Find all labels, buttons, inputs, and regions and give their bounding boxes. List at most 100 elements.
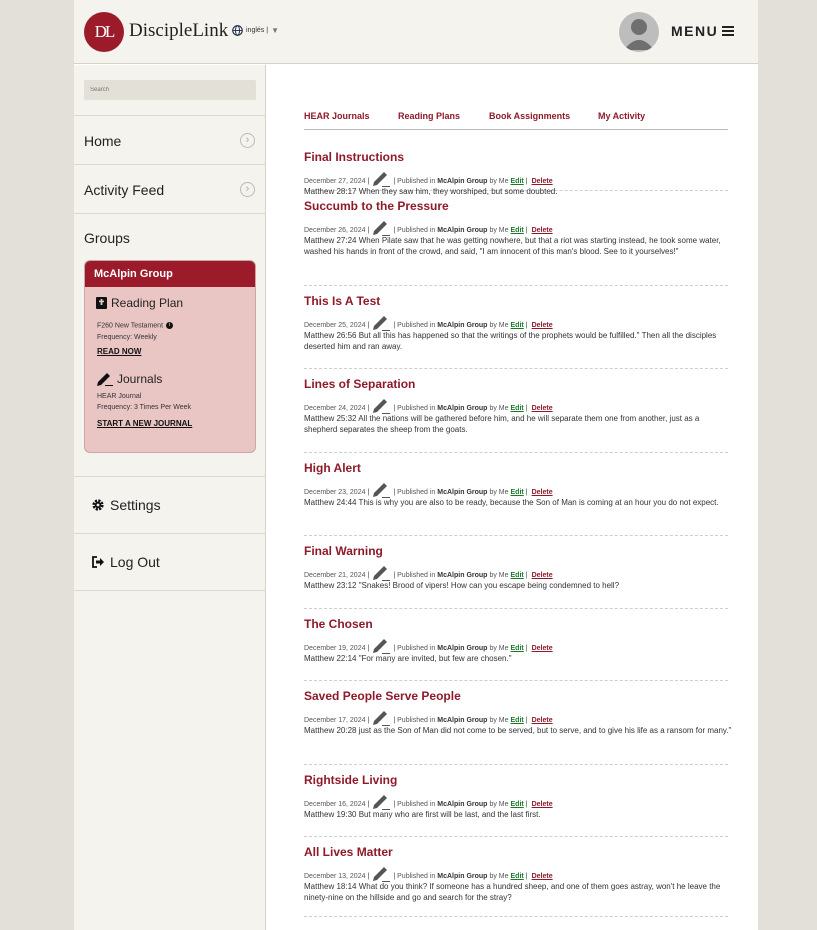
entry-title[interactable]: High Alert [304, 461, 361, 475]
chevron-down-icon: ▼ [271, 26, 279, 35]
sidebar-item-label: Home [84, 133, 122, 149]
separator: | [525, 322, 528, 329]
group-link[interactable]: McAlpin Group [437, 227, 487, 234]
entry-meta: December 24, 2024 | | Published in McAlpin G… [304, 395, 553, 414]
edit-link[interactable]: Edit [511, 873, 524, 880]
journal-entry: Final Warning December 21, 2024 | | Publishe… [304, 536, 728, 609]
entry-title[interactable]: Final Warning [304, 544, 383, 558]
separator: | [393, 572, 396, 579]
group-link[interactable]: McAlpin Group [437, 801, 487, 808]
entry-title[interactable]: Final Instructions [304, 150, 404, 164]
sidebar-item-label: Settings [110, 497, 161, 513]
pencil-icon [373, 399, 391, 414]
delete-link[interactable]: Delete [532, 572, 553, 579]
avatar[interactable] [619, 12, 659, 52]
edit-link[interactable]: Edit [511, 572, 524, 579]
group-link[interactable]: McAlpin Group [437, 645, 487, 652]
top-bar: DL DiscipleLink inglés | ▼ MENU [74, 0, 758, 64]
group-link[interactable]: McAlpin Group [437, 717, 487, 724]
tab-reading-plans[interactable]: Reading Plans [398, 111, 460, 121]
group-link[interactable]: McAlpin Group [437, 873, 487, 880]
menu-label: MENU [671, 23, 719, 39]
delete-link[interactable]: Delete [532, 717, 553, 724]
delete-link[interactable]: Delete [532, 178, 553, 185]
edit-link[interactable]: Edit [511, 645, 524, 652]
group-link[interactable]: McAlpin Group [437, 572, 487, 579]
entry-title[interactable]: Succumb to the Pressure [304, 199, 449, 213]
entry-date: December 27, 2024 [304, 178, 366, 185]
entry-title[interactable]: Saved People Serve People [304, 689, 461, 703]
group-name[interactable]: McAlpin Group [85, 261, 255, 287]
gear-icon [92, 499, 104, 511]
tab-book-assignments[interactable]: Book Assignments [489, 111, 570, 121]
menu-button[interactable]: MENU [671, 23, 735, 39]
separator: | [393, 801, 396, 808]
edit-link[interactable]: Edit [511, 227, 524, 234]
separator: | [393, 178, 396, 185]
entry-title[interactable]: This Is A Test [304, 294, 380, 308]
pencil-icon [373, 483, 391, 498]
entry-date: December 13, 2024 [304, 873, 366, 880]
separator: | [525, 178, 528, 185]
published-in-label: Published in [397, 322, 436, 329]
brand-name[interactable]: DiscipleLink [129, 20, 228, 42]
language-selector[interactable]: inglés | ▼ [232, 25, 279, 36]
group-link[interactable]: McAlpin Group [437, 322, 487, 329]
group-link[interactable]: McAlpin Group [437, 405, 487, 412]
entry-date: December 19, 2024 [304, 645, 366, 652]
entry-title[interactable]: Rightside Living [304, 773, 397, 787]
group-link[interactable]: McAlpin Group [437, 178, 487, 185]
logo-icon[interactable]: DL [84, 12, 124, 52]
tab-hear-journals[interactable]: HEAR Journals [304, 111, 370, 121]
chevron-right-icon: › [240, 182, 255, 197]
read-now-link[interactable]: READ NOW [97, 347, 141, 356]
author-label: by Me [489, 801, 509, 808]
journal-frequency: Frequency: 3 Times Per Week [97, 404, 192, 411]
edit-link[interactable]: Edit [511, 801, 524, 808]
sidebar-item-home[interactable]: Home › [74, 115, 266, 164]
entry-title[interactable]: The Chosen [304, 617, 373, 631]
app-window: DL DiscipleLink inglés | ▼ MENU Home › A… [74, 0, 758, 930]
delete-link[interactable]: Delete [532, 645, 553, 652]
separator: | [393, 322, 396, 329]
edit-link[interactable]: Edit [511, 405, 524, 412]
sidebar-item-settings[interactable]: Settings [74, 476, 266, 533]
delete-link[interactable]: Delete [532, 801, 553, 808]
entry-date: December 16, 2024 [304, 801, 366, 808]
sidebar-item-label: Log Out [110, 554, 160, 570]
group-link[interactable]: McAlpin Group [437, 489, 487, 496]
published-in-label: Published in [397, 405, 436, 412]
pencil-icon [373, 795, 391, 810]
edit-link[interactable]: Edit [511, 322, 524, 329]
info-icon[interactable]: i [166, 322, 174, 329]
entry-title[interactable]: All Lives Matter [304, 845, 393, 859]
entry-title[interactable]: Lines of Separation [304, 377, 415, 391]
sidebar-item-activity-feed[interactable]: Activity Feed › [74, 164, 266, 213]
start-journal-link[interactable]: START A NEW JOURNAL [97, 419, 192, 428]
author-label: by Me [489, 645, 509, 652]
separator: | [393, 873, 396, 880]
edit-link[interactable]: Edit [511, 489, 524, 496]
published-in-label: Published in [397, 489, 436, 496]
search-input[interactable] [84, 80, 256, 100]
entry-date: December 17, 2024 [304, 717, 366, 724]
delete-link[interactable]: Delete [532, 322, 553, 329]
journal-entry: The Chosen December 19, 2024 | | Published i… [304, 609, 728, 681]
delete-link[interactable]: Delete [532, 405, 553, 412]
delete-link[interactable]: Delete [532, 227, 553, 234]
journal-list: Final Instructions December 27, 2024 | | Pub… [304, 130, 731, 917]
published-in-label: Published in [397, 645, 436, 652]
sidebar-item-logout[interactable]: Log Out [74, 533, 266, 590]
tab-my-activity[interactable]: My Activity [598, 111, 645, 121]
separator: | [367, 801, 370, 808]
separator: | [525, 645, 528, 652]
edit-link[interactable]: Edit [511, 178, 524, 185]
edit-link[interactable]: Edit [511, 717, 524, 724]
separator: | [525, 572, 528, 579]
entry-excerpt: Matthew 27:24 When Pilate saw that he wa… [304, 236, 721, 256]
delete-link[interactable]: Delete [532, 873, 553, 880]
delete-link[interactable]: Delete [532, 489, 553, 496]
journal-entry: All Lives Matter December 13, 2024 | | Publi… [304, 837, 728, 917]
separator: | [525, 717, 528, 724]
entry-excerpt: Matthew 18:14 What do you think? If some… [304, 882, 721, 902]
